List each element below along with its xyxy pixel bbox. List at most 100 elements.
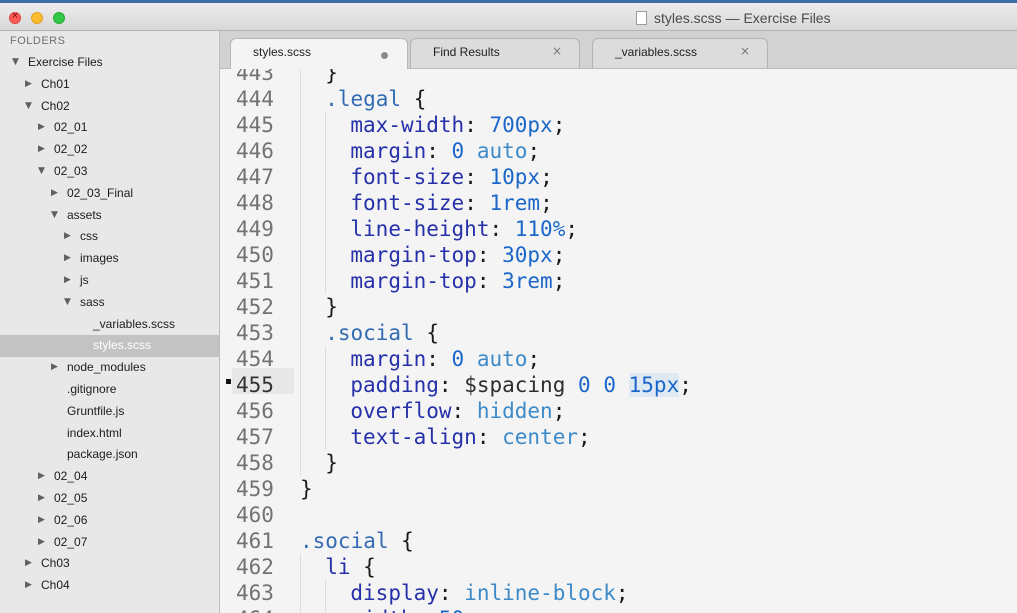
disclosure-collapsed-icon[interactable]: ▶ — [38, 488, 48, 510]
code-token: 110% — [514, 217, 566, 241]
folder-item[interactable]: ▶ Ch04 — [0, 575, 219, 597]
code-line[interactable]: 453 .social { — [220, 320, 1017, 346]
unsaved-dot-icon[interactable] — [381, 52, 388, 59]
code-text: text-align: center; — [350, 424, 590, 450]
folder-item[interactable]: ▶ 02_04 — [0, 466, 219, 488]
disclosure-collapsed-icon[interactable]: ▶ — [25, 553, 35, 575]
file-item[interactable]: styles.scss — [0, 335, 219, 358]
disclosure-collapsed-icon[interactable]: ▶ — [64, 270, 74, 292]
disclosure-expanded-icon[interactable]: ▼ — [64, 292, 74, 314]
code-line[interactable]: 449 line-height: 110%; — [220, 216, 1017, 242]
code-token: : — [476, 425, 503, 449]
disclosure-collapsed-icon[interactable]: ▶ — [38, 139, 48, 161]
code-line[interactable]: 444 .legal { — [220, 86, 1017, 112]
indent-guide — [325, 216, 327, 242]
editor-tab[interactable]: Find Results × — [410, 38, 580, 68]
folder-item[interactable]: ▶ 02_06 — [0, 510, 219, 532]
folder-item[interactable]: ▶ Ch03 — [0, 553, 219, 575]
code-line[interactable]: 463 display: inline-block; — [220, 580, 1017, 606]
code-token: ; — [615, 581, 629, 605]
line-number: 456 — [236, 399, 274, 423]
code-line[interactable]: 451 margin-top: 3rem; — [220, 268, 1017, 294]
disclosure-collapsed-icon[interactable]: ▶ — [38, 466, 48, 488]
code-token: } — [325, 69, 338, 85]
code-line[interactable]: 459} — [220, 476, 1017, 502]
folder-item[interactable]: ▶ 02_01 — [0, 117, 219, 139]
disclosure-collapsed-icon[interactable]: ▶ — [38, 532, 48, 554]
disclosure-collapsed-icon[interactable]: ▶ — [51, 183, 61, 205]
folder-item[interactable]: ▼ 02_03 — [0, 161, 219, 183]
code-line[interactable]: 445 max-width: 700px; — [220, 112, 1017, 138]
file-item[interactable]: package.json — [0, 444, 219, 466]
folder-item[interactable]: ▶ images — [0, 248, 219, 270]
disclosure-collapsed-icon[interactable]: ▶ — [64, 248, 74, 270]
code-token: hidden — [476, 399, 553, 423]
code-token: inline-block — [464, 581, 616, 605]
folder-item[interactable]: ▶ 02_07 — [0, 532, 219, 554]
file-item[interactable]: .gitignore — [0, 379, 219, 401]
disclosure-expanded-icon[interactable]: ▼ — [51, 205, 61, 227]
file-item[interactable]: _variables.scss — [0, 314, 219, 336]
code-editor[interactable]: 443} 444 .legal {445 max-width: 700px; 446 ma… — [220, 69, 1017, 613]
disclosure-collapsed-icon[interactable]: ▶ — [38, 510, 48, 532]
code-line[interactable]: 462 li { — [220, 554, 1017, 580]
file-item[interactable]: Gruntfile.js — [0, 401, 219, 423]
folder-item[interactable]: ▶ 02_05 — [0, 488, 219, 510]
folder-item[interactable]: ▶ node_modules — [0, 357, 219, 379]
indent-guide — [300, 398, 301, 424]
tree-item-label: 02_02 — [54, 142, 88, 157]
folder-item[interactable]: ▼ assets — [0, 205, 219, 227]
folder-item[interactable]: ▶ js — [0, 270, 219, 292]
code-line[interactable]: 443} — [220, 69, 1017, 86]
code-line[interactable]: 461 .social { — [220, 528, 1017, 554]
code-line[interactable]: 448 font-size: 1rem; — [220, 190, 1017, 216]
code-token: : — [426, 139, 452, 163]
editor-tab[interactable]: styles.scss — [230, 38, 408, 69]
folder-item[interactable]: ▶ 02_03_Final — [0, 183, 219, 205]
close-icon: × — [11, 11, 19, 21]
code-line[interactable]: 458} — [220, 450, 1017, 476]
code-line[interactable]: 456 overflow: hidden; — [220, 398, 1017, 424]
disclosure-collapsed-icon[interactable]: ▶ — [51, 357, 61, 379]
code-token: { — [413, 321, 439, 345]
editor-tab[interactable]: _variables.scss × — [592, 38, 768, 68]
folder-item[interactable]: ▼ Ch02 — [0, 96, 219, 118]
code-line[interactable]: 452} — [220, 294, 1017, 320]
code-text: } — [325, 450, 338, 476]
folder-item[interactable]: ▶ Ch01 — [0, 74, 219, 96]
disclosure-expanded-icon[interactable]: ▼ — [25, 96, 35, 118]
disclosure-expanded-icon[interactable]: ▼ — [38, 161, 48, 183]
folder-item[interactable]: ▶ 02_02 — [0, 139, 219, 161]
code-line[interactable]: 454 margin: 0 auto; — [220, 346, 1017, 372]
code-token: .social — [300, 529, 389, 553]
line-number: 451 — [236, 269, 274, 293]
disclosure-collapsed-icon[interactable]: ▶ — [25, 575, 35, 597]
line-number: 445 — [236, 113, 274, 137]
disclosure-collapsed-icon[interactable]: ▶ — [38, 117, 48, 139]
indent-guide — [300, 112, 301, 138]
folder-item[interactable]: ▶ css — [0, 226, 219, 248]
window-zoom-button[interactable] — [53, 12, 65, 24]
window-close-button[interactable]: × — [9, 11, 21, 24]
tab-close-icon[interactable]: × — [739, 44, 751, 58]
code-line[interactable]: 455 padding: $spacing 0 0 15px; — [220, 372, 1017, 398]
disclosure-collapsed-icon[interactable]: ▶ — [25, 74, 35, 96]
code-line[interactable]: 447 font-size: 10px; — [220, 164, 1017, 190]
code-line[interactable]: 450 margin-top: 30px; — [220, 242, 1017, 268]
tab-close-icon[interactable]: × — [551, 44, 563, 58]
code-line[interactable]: 460 — [220, 502, 1017, 528]
disclosure-collapsed-icon[interactable]: ▶ — [64, 226, 74, 248]
code-token: width — [350, 607, 413, 613]
line-number: 447 — [236, 165, 274, 189]
folder-item[interactable]: ▼ Exercise Files — [0, 52, 219, 74]
line-number: 448 — [236, 191, 274, 215]
window-minimize-button[interactable] — [31, 12, 43, 24]
code-line[interactable]: 446 margin: 0 auto; — [220, 138, 1017, 164]
file-item[interactable]: index.html — [0, 423, 219, 445]
code-line[interactable]: 464 width: 50px; — [220, 606, 1017, 613]
indent-guide — [300, 450, 301, 476]
folder-item[interactable]: ▼ sass — [0, 292, 219, 314]
disclosure-expanded-icon[interactable]: ▼ — [12, 52, 22, 74]
code-line[interactable]: 457 text-align: center; — [220, 424, 1017, 450]
indent-guide — [325, 346, 327, 372]
